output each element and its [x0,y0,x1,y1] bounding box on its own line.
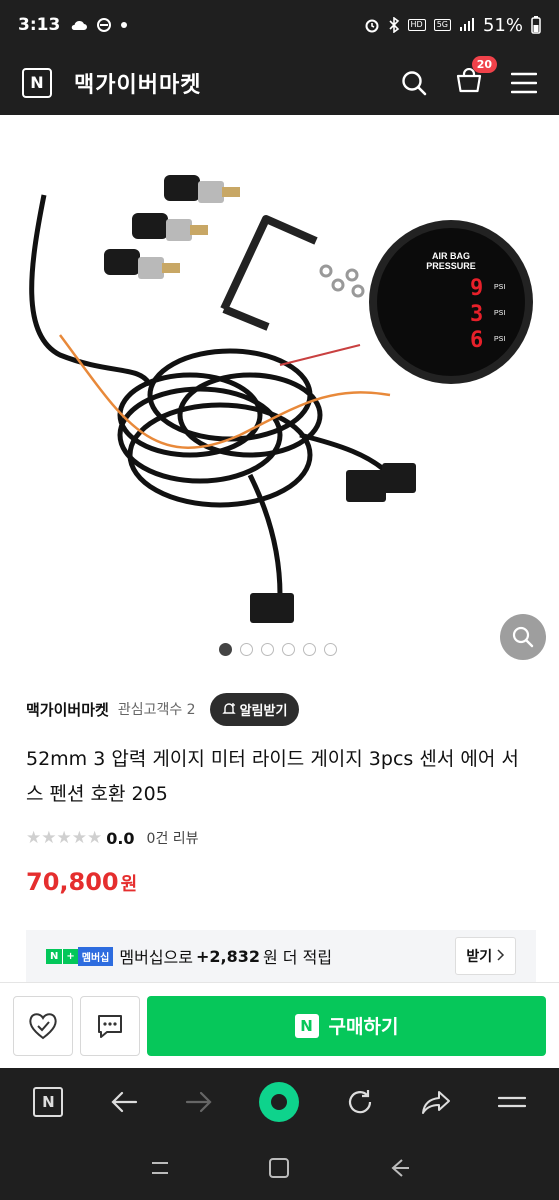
pressure-sensor-3 [104,249,180,279]
menu-icon[interactable] [511,72,537,94]
svg-text:9: 9 [470,276,483,301]
status-time: 3:13 [18,15,61,35]
battery-level: 51% [482,14,523,36]
seller-row: 맥가이버마켓 관심고객수 2 알림받기 [26,692,300,726]
battery-icon [531,16,541,34]
sync-icon [97,18,112,32]
pressure-sensor-1 [164,175,240,203]
buy-button-label: 구매하기 [328,1016,399,1038]
svg-text:AIR BAG: AIR BAG [432,251,470,261]
chat-icon [98,1014,122,1038]
browser-toolbar: N [0,1068,559,1136]
naver-home-button[interactable]: N [33,1087,64,1117]
network-badge: 5G [433,19,451,31]
cart-button[interactable]: 20 [455,55,497,98]
alert-button[interactable]: 알림받기 [209,692,300,726]
review-count: 0건 리뷰 [146,831,199,847]
membership-points: +2,832 [195,946,260,966]
cart-count-badge: 20 [471,55,497,73]
back-icon[interactable] [388,1157,410,1179]
naver-logo[interactable]: N [22,67,52,98]
pressure-sensor-2 [132,213,208,241]
seller-name[interactable]: 맥가이버마켓 [26,699,109,720]
signal-icon [459,18,474,31]
svg-text:PSI: PSI [494,336,505,343]
cloud-icon [72,20,88,30]
alert-button-label: 알림받기 [239,703,288,719]
bell-plus-icon [221,703,236,714]
receive-points-button[interactable]: 받기 [455,937,516,975]
membership-text-after: 원 더 적립 [263,948,333,967]
green-dot-button[interactable] [259,1082,300,1122]
app-header: N 맥가이버마켓 20 [0,50,559,115]
buy-button[interactable]: N 구매하기 [147,995,546,1056]
gallery-dot[interactable] [324,643,337,656]
alarm-icon [365,19,378,33]
gallery-dot[interactable] [303,643,316,656]
product-title: 52mm 3 압력 게이지 미터 라이드 게이지 3pcs 센서 에어 서스 펜… [26,748,519,805]
purchase-action-bar: N 구매하기 [0,982,559,1068]
menu-icon[interactable] [497,1092,526,1112]
gauge-display: AIR BAG PRESSURE 9 3 6 PSI PSI PSI [369,220,533,384]
dot-icon [121,22,128,28]
svg-text:3: 3 [470,302,483,327]
rating-score: 0.0 [106,828,135,848]
membership-text: 멤버십으로 [119,948,193,967]
product-price: 70,800 원 [26,868,137,896]
hd-voice-badge: HD [407,19,426,31]
gallery-dot[interactable] [219,643,232,656]
star-rating-icon: ★★★★★ [26,828,103,848]
price-currency: 원 [120,874,138,895]
system-navigation-bar [0,1136,559,1200]
share-icon[interactable] [421,1089,451,1115]
svg-text:PSI: PSI [494,310,505,317]
product-image: AIR BAG PRESSURE 9 3 6 PSI PSI PSI [29,175,533,623]
product-image-gallery[interactable]: AIR BAG PRESSURE 9 3 6 PSI PSI PSI [0,115,559,670]
status-bar: 3:13 HD 5G 51% [0,0,559,50]
gallery-pagination [219,643,337,656]
gallery-dot[interactable] [240,643,253,656]
search-icon[interactable] [401,70,427,96]
heart-check-icon [29,1012,57,1039]
followers-count: 관심고객수 2 [117,702,196,718]
chevron-right-icon [497,949,505,961]
chat-button[interactable] [80,995,140,1056]
forward-arrow-icon[interactable] [185,1090,213,1114]
price-value: 70,800 [26,868,119,896]
svg-text:PSI: PSI [494,284,505,291]
zoom-icon [512,626,534,648]
refresh-icon[interactable] [346,1088,374,1116]
gallery-dot[interactable] [282,643,295,656]
gallery-dot[interactable] [261,643,274,656]
rating-row[interactable]: ★★★★★ 0.0 0건 리뷰 [26,826,199,850]
wishlist-button[interactable] [13,995,73,1056]
recent-apps-icon[interactable] [149,1157,171,1179]
svg-text:PRESSURE: PRESSURE [426,261,476,271]
membership-banner: N + 멤버십 멤버십으로 +2,832 원 더 적립 받기 [26,930,536,982]
naver-pay-logo: N [294,1013,319,1038]
naver-plus-membership-badge: N + 멤버십 [46,946,114,966]
back-arrow-icon[interactable] [110,1090,138,1114]
home-icon[interactable] [268,1157,290,1179]
shop-title[interactable]: 맥가이버마켓 [74,67,201,99]
svg-text:6: 6 [470,328,483,353]
zoom-button[interactable] [500,614,546,660]
bluetooth-icon [388,17,399,33]
